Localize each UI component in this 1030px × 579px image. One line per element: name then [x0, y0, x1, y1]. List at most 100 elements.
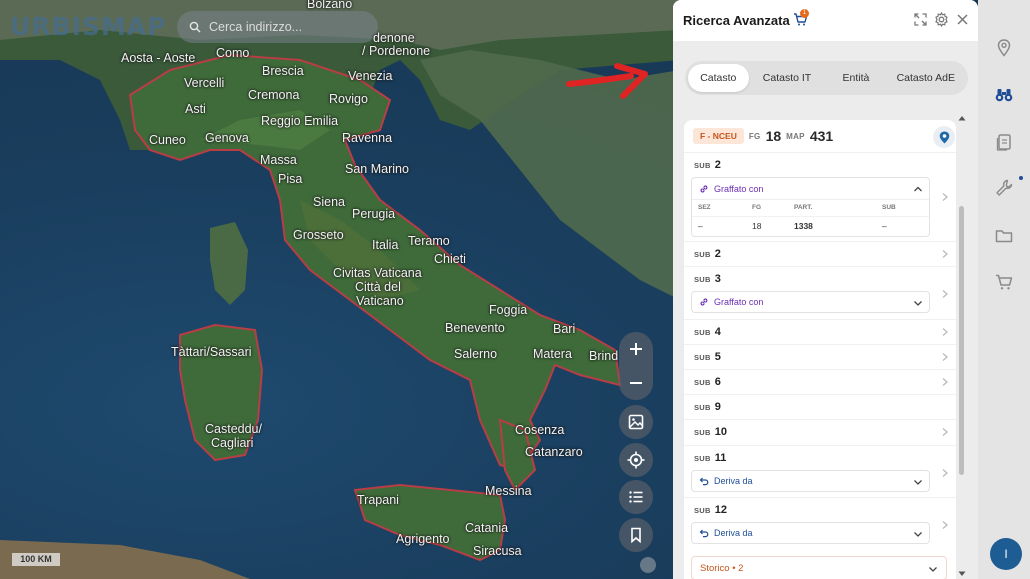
chevron-up-icon	[914, 186, 922, 192]
sub-row-10[interactable]: SUB 10	[684, 419, 956, 444]
cell-part: 1338	[788, 215, 876, 235]
sub-row-2[interactable]: SUB 2	[684, 241, 956, 266]
chevron-right-icon	[942, 353, 948, 361]
col-part: PART.	[794, 204, 813, 212]
sub-key: SUB	[694, 250, 711, 259]
map-label-messina: Messina	[485, 484, 532, 498]
tab-catasto[interactable]: Catasto	[688, 64, 749, 92]
map-label-cremona: Cremona	[248, 88, 300, 102]
sub-row-6[interactable]: SUB 6	[684, 369, 956, 394]
sub-row-4[interactable]: SUB 4	[684, 319, 956, 344]
map-label-casteddu: Casteddu/	[205, 422, 262, 436]
chevron-right-icon	[942, 378, 948, 386]
search-icon	[189, 21, 201, 33]
chevron-down-icon	[914, 480, 922, 485]
graffato-toggle[interactable]: Graffato con	[692, 178, 929, 200]
wrench-icon[interactable]	[994, 178, 1014, 198]
layers-list-button[interactable]	[619, 480, 653, 514]
sub-number: 6	[714, 376, 721, 388]
scroll-up-arrow[interactable]	[958, 115, 966, 121]
deriva-dropdown[interactable]: Deriva da	[691, 470, 930, 492]
map-label-civitas: Civitas Vaticana	[333, 266, 422, 280]
sub-number: 2	[714, 248, 721, 260]
chevron-right-icon	[942, 428, 948, 436]
fg-value: 18	[765, 128, 782, 144]
sub-number: 5	[714, 351, 721, 363]
right-sidebar	[978, 0, 1030, 579]
settings-button[interactable]	[934, 11, 949, 28]
map-label-benevento: Benevento	[445, 321, 505, 335]
map-label-brescia: Brescia	[262, 64, 304, 78]
map-label-pordenone: / Pordenone	[362, 44, 431, 58]
zoom-in-button[interactable]	[619, 332, 653, 366]
locate-record-button[interactable]	[933, 126, 955, 148]
graffato-label: Graffato con	[714, 183, 764, 194]
sub-row-12[interactable]: SUB 12 Deriva da	[684, 497, 956, 549]
sub-row-5[interactable]: SUB 5	[684, 344, 956, 369]
map-key: MAP	[786, 131, 805, 141]
red-arrow-annotation	[566, 63, 648, 99]
basemap-button[interactable]	[619, 405, 653, 439]
plus-icon	[630, 343, 642, 355]
chevron-right-icon	[942, 328, 948, 336]
deriva-dropdown[interactable]: Deriva da	[691, 522, 930, 544]
bookmark-button[interactable]	[619, 518, 653, 552]
link-icon	[700, 184, 708, 193]
chevron-right-icon	[942, 193, 948, 201]
map-label-catanzaro: Catanzaro	[525, 445, 583, 459]
panel-scrollbar-thumb[interactable]	[959, 206, 964, 475]
map-pin-icon	[939, 131, 949, 143]
search-input[interactable]	[209, 20, 369, 34]
zoom-out-button[interactable]	[619, 366, 653, 400]
cell-sub: –	[876, 215, 929, 235]
cart-icon[interactable]	[994, 272, 1014, 292]
sub-row-11[interactable]: SUB 11 Deriva da	[684, 445, 956, 497]
sub-row-3[interactable]: SUB 3 Graffato con	[684, 266, 956, 318]
sub-key: SUB	[694, 454, 711, 463]
tab-catasto-it[interactable]: Catasto IT	[749, 64, 826, 92]
graffato-table: SEZ FG PART. SUB – 18 1338 –	[692, 200, 929, 235]
close-button[interactable]	[955, 12, 970, 27]
sub-key: SUB	[694, 403, 711, 412]
notification-dot	[1019, 176, 1023, 180]
panel-title: Ricerca Avanzata	[683, 13, 790, 28]
sub-number: 4	[714, 326, 721, 338]
storico-dropdown[interactable]: Storico • 2	[691, 556, 947, 579]
deriva-label: Deriva da	[714, 476, 753, 486]
map-label-pisa: Pisa	[278, 172, 303, 186]
address-search[interactable]	[177, 11, 378, 43]
map-label-citta: Città del	[355, 280, 401, 294]
map-label-massa: Massa	[260, 153, 297, 167]
chevron-down-icon	[929, 567, 937, 572]
documents-icon[interactable]	[994, 132, 1014, 152]
map-label-teramo: Teramo	[408, 234, 450, 248]
tab-catasto-ade[interactable]: Catasto AdE	[887, 64, 965, 92]
map-label-vercelli: Vercelli	[184, 76, 225, 90]
sub-number: 12	[714, 504, 727, 516]
map-label-genova: Genova	[205, 131, 249, 145]
map-label-vaticano: Vaticano	[356, 294, 404, 308]
folder-icon[interactable]	[994, 226, 1014, 246]
expand-button[interactable]	[913, 12, 928, 27]
sub-row-9[interactable]: SUB 9	[684, 394, 956, 419]
locate-button[interactable]	[619, 443, 653, 477]
map-label-chieti: Chieti	[434, 252, 466, 266]
user-avatar[interactable]: I	[990, 538, 1022, 570]
map-label-catania: Catania	[465, 521, 509, 535]
map-label-brindisi: Brind	[589, 349, 619, 363]
sub-number: 2	[714, 159, 721, 171]
tab-entita[interactable]: Entità	[825, 64, 886, 92]
catasto-tabs: Catasto Catasto IT Entità Catasto AdE	[685, 61, 968, 95]
scroll-down-arrow[interactable]	[958, 571, 966, 577]
chevron-right-icon	[942, 521, 948, 529]
graffato-dropdown[interactable]: Graffato con	[691, 291, 930, 313]
location-pin-icon[interactable]	[994, 38, 1014, 58]
map-label-ravenna: Ravenna	[342, 131, 393, 145]
binoculars-icon[interactable]	[994, 85, 1014, 105]
advanced-search-panel: Ricerca Avanzata 1 Catasto Catasto IT En…	[673, 0, 978, 579]
attribution-button[interactable]	[640, 557, 656, 573]
map-label-cosenza: Cosenza	[515, 423, 565, 437]
map-label-italia: Italia	[372, 238, 399, 252]
record-type-tag: F - NCEU	[693, 128, 744, 144]
zoom-controls	[619, 332, 653, 400]
